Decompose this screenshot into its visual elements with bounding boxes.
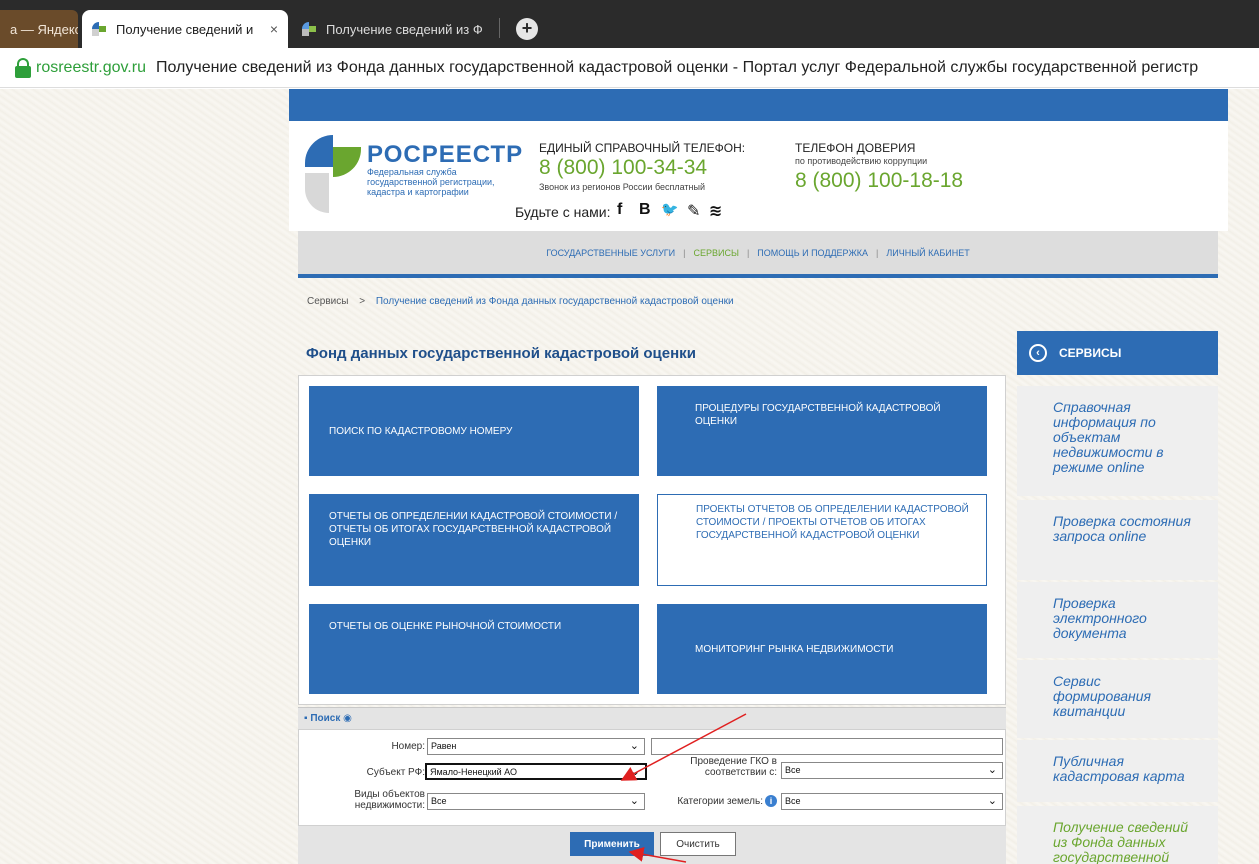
livejournal-icon[interactable]: ✎ xyxy=(687,201,700,221)
trust-phone-sub: по противодействию коррупции xyxy=(795,156,928,166)
chevron-down-icon: ⌄ xyxy=(629,795,639,807)
sidebar-item-label: Получение сведений из Фонда данных госуд… xyxy=(1053,819,1188,864)
close-icon[interactable]: × xyxy=(270,21,278,37)
site-header: РОСРЕЕСТР Федеральная служба государстве… xyxy=(289,121,1228,231)
sidebar-item-public-map[interactable]: Публичная кадастровая карта xyxy=(1017,740,1218,802)
nav-item-gov-services[interactable]: ГОСУДАРСТВЕННЫЕ УСЛУГИ xyxy=(538,248,683,258)
sidebar-item-label: Сервис формирования квитанции xyxy=(1053,673,1151,719)
hotline-note: Звонок из регионов России бесплатный xyxy=(539,182,706,192)
brand-subtitle: Федеральная служба государственной регис… xyxy=(367,167,495,197)
chevron-left-icon: ‹ xyxy=(1029,344,1047,362)
service-tiles: ПОИСК ПО КАДАСТРОВОМУ НОМЕРУ ПРОЦЕДУРЫ Г… xyxy=(298,375,1006,705)
search-action-bar: Применить Очистить xyxy=(298,826,1006,864)
main-nav: ГОСУДАРСТВЕННЫЕ УСЛУГИ | СЕРВИСЫ | ПОМОЩ… xyxy=(298,231,1218,278)
hotline-number[interactable]: 8 (800) 100-34-34 xyxy=(539,156,707,180)
breadcrumb: Сервисы > Получение сведений из Фонда да… xyxy=(307,296,734,307)
tile-label: МОНИТОРИНГ РЫНКА НЕДВИЖИМОСТИ xyxy=(695,643,894,655)
nav-item-help[interactable]: ПОМОЩЬ И ПОДДЕРЖКА xyxy=(749,248,876,258)
chevron-down-icon: ⌄ xyxy=(630,766,640,778)
tab-previous[interactable]: а — Яндекс xyxy=(0,10,78,48)
new-tab-button[interactable]: + xyxy=(516,18,538,40)
tile-label: ПРОЦЕДУРЫ ГОСУДАРСТВЕННОЙ КАДАСТРОВОЙ ОЦ… xyxy=(695,403,941,427)
twitter-icon[interactable]: 🐦 xyxy=(661,201,678,218)
sidebar-item-receipt-service[interactable]: Сервис формирования квитанции xyxy=(1017,660,1218,738)
tab-other[interactable]: Получение сведений из Ф xyxy=(292,10,502,48)
tile-label: ОТЧЕТЫ ОБ ОПРЕДЕЛЕНИИ КАДАСТРОВОЙ СТОИМО… xyxy=(329,511,618,548)
object-types-label: Виды объектов недвижимости: xyxy=(354,789,425,811)
sidebar-item-label: Публичная кадастровая карта xyxy=(1053,753,1185,784)
sidebar-item-label: Проверка электронного документа xyxy=(1053,595,1147,641)
tile-market-value-reports[interactable]: ОТЧЕТЫ ОБ ОЦЕНКЕ РЫНОЧНОЙ СТОИМОСТИ xyxy=(309,604,639,694)
number-input[interactable] xyxy=(651,738,1003,755)
sidebar-item-fund-data[interactable]: Получение сведений из Фонда данных госуд… xyxy=(1017,806,1218,864)
subject-select[interactable]: Ямало-Ненецкий АО ⌄ xyxy=(425,763,647,780)
trust-phone-label: ТЕЛЕФОН ДОВЕРИЯ xyxy=(795,141,916,155)
tab-label: Получение сведений и xyxy=(116,21,254,37)
tile-label: ОТЧЕТЫ ОБ ОЦЕНКЕ РЫНОЧНОЙ СТОИМОСТИ xyxy=(329,621,562,632)
gko-label: Проведение ГКО в соответствии с: xyxy=(690,756,777,778)
object-types-select[interactable]: Все ⌄ xyxy=(427,793,645,810)
vk-icon[interactable]: B xyxy=(639,201,651,219)
breadcrumb-separator: > xyxy=(359,296,366,307)
subject-label: Субъект РФ: xyxy=(366,767,425,778)
tile-label: ПРОЕКТЫ ОТЧЕТОВ ОБ ОПРЕДЕЛЕНИИ КАДАСТРОВ… xyxy=(696,504,969,541)
select-value: Все xyxy=(431,796,447,806)
nav-item-services[interactable]: СЕРВИСЫ xyxy=(686,248,747,258)
tab-divider xyxy=(499,18,500,38)
tab-label: а — Яндекс xyxy=(10,21,78,37)
sidebar-item-document-check[interactable]: Проверка электронного документа xyxy=(1017,582,1218,658)
select-value: Все xyxy=(785,796,801,806)
tile-search-cadastral-number[interactable]: ПОИСК ПО КАДАСТРОВОМУ НОМЕРУ xyxy=(309,386,639,476)
chevron-down-icon: ⌄ xyxy=(629,740,639,752)
select-value: Все xyxy=(785,765,801,775)
address-domain: rosreestr.gov.ru xyxy=(36,58,146,76)
sidebar-item-reference-info[interactable]: Справочная информация по объектам недвиж… xyxy=(1017,386,1218,496)
facebook-icon[interactable]: f xyxy=(617,201,622,219)
tile-draft-reports[interactable]: ПРОЕКТЫ ОТЧЕТОВ ОБ ОПРЕДЕЛЕНИИ КАДАСТРОВ… xyxy=(657,494,987,586)
tile-label: ПОИСК ПО КАДАСТРОВОМУ НОМЕРУ xyxy=(329,425,513,437)
rss-icon[interactable]: ≋ xyxy=(709,201,722,221)
tile-cadastral-reports[interactable]: ОТЧЕТЫ ОБ ОПРЕДЕЛЕНИИ КАДАСТРОВОЙ СТОИМО… xyxy=(309,494,639,586)
breadcrumb-root[interactable]: Сервисы xyxy=(307,296,348,307)
lock-icon xyxy=(14,58,32,78)
sidebar-title: СЕРВИСЫ xyxy=(1059,346,1122,360)
clear-button[interactable]: Очистить xyxy=(660,832,736,856)
search-panel-header[interactable]: ▪ Поиск ◉ xyxy=(298,707,1006,729)
select-value: Равен xyxy=(431,741,457,751)
brand-name[interactable]: РОСРЕЕСТР xyxy=(367,141,523,169)
info-icon[interactable]: i xyxy=(765,795,777,807)
social-label: Будьте с нами: xyxy=(515,204,611,220)
search-form: Номер: Равен ⌄ Субъект РФ: Ямало-Ненецки… xyxy=(298,729,1006,826)
tile-real-estate-monitoring[interactable]: МОНИТОРИНГ РЫНКА НЕДВИЖИМОСТИ xyxy=(657,604,987,694)
number-label: Номер: xyxy=(391,741,425,752)
rosreestr-logo-icon[interactable] xyxy=(305,135,361,215)
apply-button[interactable]: Применить xyxy=(570,832,654,856)
number-operator-select[interactable]: Равен ⌄ xyxy=(427,738,645,755)
select-value: Ямало-Ненецкий АО xyxy=(430,767,517,777)
site-top-strip xyxy=(289,89,1228,121)
tile-gko-procedures[interactable]: ПРОЦЕДУРЫ ГОСУДАРСТВЕННОЙ КАДАСТРОВОЙ ОЦ… xyxy=(657,386,987,476)
land-category-label: Категории земель: xyxy=(677,796,763,807)
browser-tab-bar: а — Яндекс Получение сведений и × Получе… xyxy=(0,0,1259,48)
breadcrumb-current[interactable]: Получение сведений из Фонда данных госуд… xyxy=(376,296,734,307)
tab-label: Получение сведений из Ф xyxy=(326,21,483,37)
page-title: Фонд данных государственной кадастровой … xyxy=(306,345,696,362)
tab-active[interactable]: Получение сведений и × xyxy=(82,10,288,48)
sidebar-header[interactable]: ‹ СЕРВИСЫ xyxy=(1017,331,1218,375)
chevron-down-icon: ⌄ xyxy=(987,764,997,776)
sidebar-item-request-status[interactable]: Проверка состояния запроса online xyxy=(1017,500,1218,580)
trust-phone-number[interactable]: 8 (800) 100-18-18 xyxy=(795,169,963,193)
gko-select[interactable]: Все ⌄ xyxy=(781,762,1003,779)
hotline-label: ЕДИНЫЙ СПРАВОЧНЫЙ ТЕЛЕФОН: xyxy=(539,141,746,155)
sidebar-item-label: Справочная информация по объектам недвиж… xyxy=(1053,399,1164,475)
chevron-down-icon: ⌄ xyxy=(987,795,997,807)
address-bar[interactable]: rosreestr.gov.ru Получение сведений из Ф… xyxy=(0,48,1259,88)
rosreestr-favicon-icon xyxy=(92,22,106,36)
sidebar-item-label: Проверка состояния запроса online xyxy=(1053,513,1191,544)
nav-item-account[interactable]: ЛИЧНЫЙ КАБИНЕТ xyxy=(878,248,977,258)
address-page-title: Получение сведений из Фонда данных госуд… xyxy=(155,58,1199,76)
rosreestr-favicon-icon xyxy=(302,22,316,36)
land-category-select[interactable]: Все ⌄ xyxy=(781,793,1003,810)
